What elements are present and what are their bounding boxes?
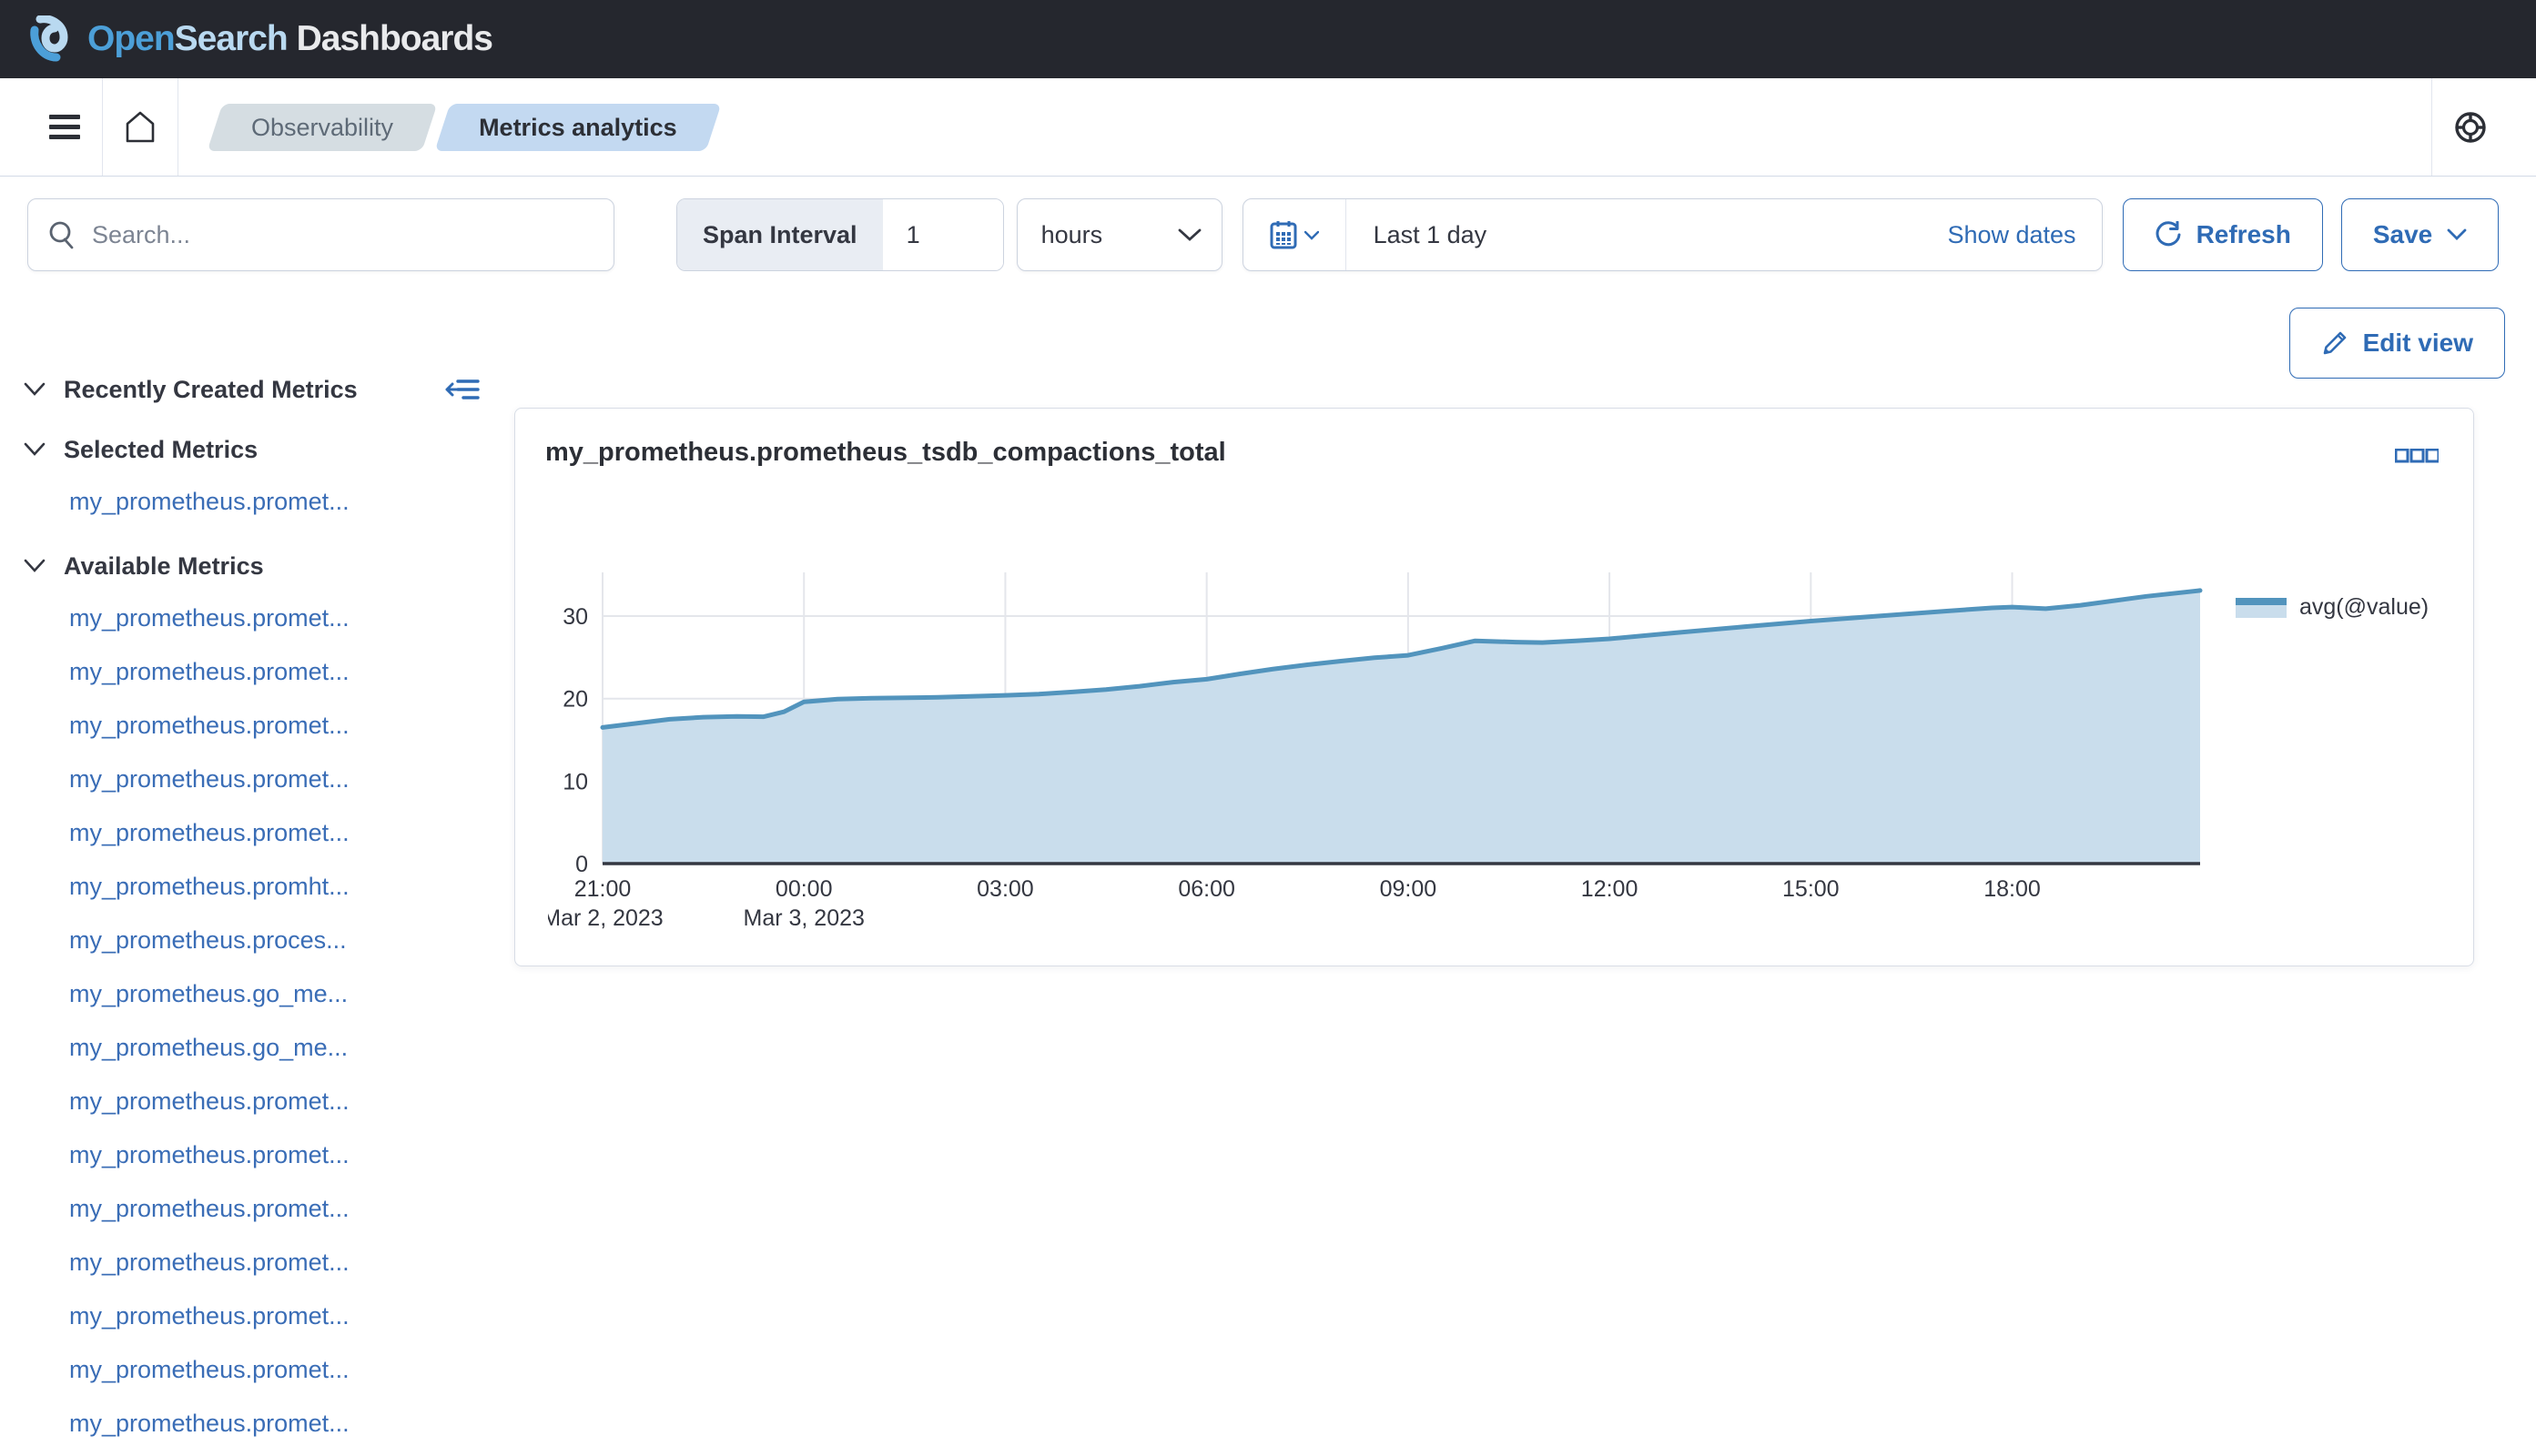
chevron-down-icon: [2447, 228, 2467, 240]
svg-text:18:00: 18:00: [1983, 876, 2041, 902]
chevron-down-icon: [1304, 230, 1319, 240]
metric-chart-panel: my_prometheus.prometheus_tsdb_compaction…: [514, 408, 2474, 966]
toolbar: Span Interval hours Last 1 day: [0, 177, 2536, 293]
time-range-value[interactable]: Last 1 day: [1346, 221, 1487, 249]
svg-text:12:00: 12:00: [1581, 876, 1638, 902]
svg-text:30: 30: [563, 604, 588, 630]
search-input[interactable]: [92, 220, 593, 249]
svg-text:21:00: 21:00: [574, 876, 632, 902]
chevron-down-icon: [24, 382, 46, 396]
chart-legend[interactable]: avg(@value): [2236, 594, 2429, 621]
breadcrumb: Observability Metrics analytics: [215, 104, 714, 151]
save-button-label: Save: [2372, 220, 2433, 248]
search-field: [27, 198, 614, 271]
svg-text:09:00: 09:00: [1380, 876, 1437, 902]
svg-text:10: 10: [563, 769, 588, 794]
help-button[interactable]: [2432, 78, 2509, 176]
refresh-button[interactable]: Refresh: [2122, 198, 2323, 271]
opensearch-logo-icon: [30, 15, 68, 62]
available-metrics-list: my_prometheus.promet... my_prometheus.pro…: [24, 592, 483, 1451]
svg-text:0: 0: [575, 852, 588, 877]
section-label: Selected Metrics: [64, 435, 259, 463]
svg-text:06:00: 06:00: [1178, 876, 1235, 902]
home-button[interactable]: [103, 78, 178, 176]
metric-link[interactable]: my_prometheus.promet...: [24, 592, 483, 645]
refresh-icon: [2156, 221, 2181, 247]
help-icon: [2455, 111, 2486, 143]
svg-text:15:00: 15:00: [1782, 876, 1840, 902]
legend-label: avg(@value): [2299, 594, 2429, 620]
span-unit-value: hours: [1040, 220, 1103, 248]
edit-view-button[interactable]: Edit view: [2288, 308, 2505, 379]
section-label: Available Metrics: [64, 551, 264, 580]
calendar-dropdown-button[interactable]: [1243, 199, 1346, 270]
metric-link[interactable]: my_prometheus.promet...: [24, 475, 483, 529]
metric-link[interactable]: my_prometheus.promet...: [24, 1182, 483, 1236]
section-label: Recently Created Metrics: [64, 375, 358, 403]
collapse-left-icon: [445, 379, 480, 399]
search-icon: [49, 221, 74, 249]
metric-link[interactable]: my_prometheus.promet...: [24, 1236, 483, 1289]
metric-chart-svg: 0 10 20 30 21:00 Mar 2, 2023 00:00 Mar 3, 2023 0…: [542, 572, 2203, 931]
svg-text:03:00: 03:00: [977, 876, 1034, 902]
selected-metrics-list: my_prometheus.promet...: [24, 475, 483, 529]
section-recently-created-metrics[interactable]: Recently Created Metrics: [24, 364, 483, 415]
span-interval-group: Span Interval: [676, 198, 1004, 271]
metric-link[interactable]: my_prometheus.promet...: [24, 645, 483, 699]
save-button[interactable]: Save: [2340, 198, 2500, 271]
edit-view-label: Edit view: [2362, 329, 2473, 357]
collapse-sidebar-button[interactable]: [441, 373, 483, 406]
metric-link[interactable]: my_prometheus.promet...: [24, 1343, 483, 1397]
span-interval-input[interactable]: [882, 199, 1003, 270]
panel-title: my_prometheus.prometheus_tsdb_compaction…: [545, 438, 1226, 467]
metric-link[interactable]: my_prometheus.promet...: [24, 806, 483, 860]
svg-text:Mar 2, 2023: Mar 2, 2023: [548, 905, 664, 931]
section-selected-metrics[interactable]: Selected Metrics: [24, 424, 483, 475]
breadcrumb-metrics-analytics[interactable]: Metrics analytics: [442, 104, 714, 151]
chevron-down-icon: [24, 559, 46, 572]
chevron-down-icon: [1178, 228, 1201, 241]
metric-link[interactable]: my_prometheus.promht...: [24, 860, 483, 914]
date-picker: Last 1 day Show dates: [1242, 198, 2103, 271]
brand-title: OpenSearch Dashboards: [87, 19, 493, 58]
menu-hamburger-button[interactable]: [27, 78, 102, 176]
navbar: Observability Metrics analytics: [0, 78, 2536, 177]
calendar-icon: [1270, 221, 1297, 249]
chevron-down-icon: [24, 442, 46, 456]
metric-link[interactable]: my_prometheus.proces...: [24, 914, 483, 967]
metric-link[interactable]: my_prometheus.promet...: [24, 753, 483, 806]
breadcrumb-observability[interactable]: Observability: [215, 104, 430, 151]
boxes-horizontal-icon: [2394, 448, 2440, 463]
metric-link[interactable]: my_prometheus.promet...: [24, 1128, 483, 1182]
metric-link[interactable]: my_prometheus.go_me...: [24, 967, 483, 1021]
pencil-icon: [2323, 331, 2346, 355]
refresh-button-label: Refresh: [2196, 220, 2291, 248]
panel-actions-button[interactable]: [2394, 448, 2440, 468]
metrics-sidebar: Recently Created Metrics Selected Metric…: [24, 364, 483, 1451]
metric-link[interactable]: my_prometheus.promet...: [24, 1397, 483, 1451]
chart-plot-area[interactable]: 0 10 20 30 21:00 Mar 2, 2023 00:00 Mar 3, 2023 0…: [542, 563, 2277, 945]
metric-link[interactable]: my_prometheus.promet...: [24, 1289, 483, 1343]
home-icon: [126, 111, 155, 142]
hamburger-icon: [49, 114, 80, 139]
span-unit-select[interactable]: hours: [1016, 198, 1222, 271]
metric-link[interactable]: my_prometheus.go_me...: [24, 1021, 483, 1075]
top-banner: OpenSearch Dashboards: [0, 0, 2536, 78]
svg-text:00:00: 00:00: [776, 876, 833, 902]
show-dates-link[interactable]: Show dates: [1947, 221, 2101, 249]
metric-link[interactable]: my_prometheus.promet...: [24, 699, 483, 753]
section-available-metrics[interactable]: Available Metrics: [24, 541, 483, 592]
metric-link[interactable]: my_prometheus.promet...: [24, 1075, 483, 1128]
legend-swatch: [2236, 597, 2287, 618]
svg-text:Mar 3, 2023: Mar 3, 2023: [744, 905, 865, 931]
span-interval-label: Span Interval: [677, 199, 883, 270]
svg-text:20: 20: [563, 687, 588, 713]
